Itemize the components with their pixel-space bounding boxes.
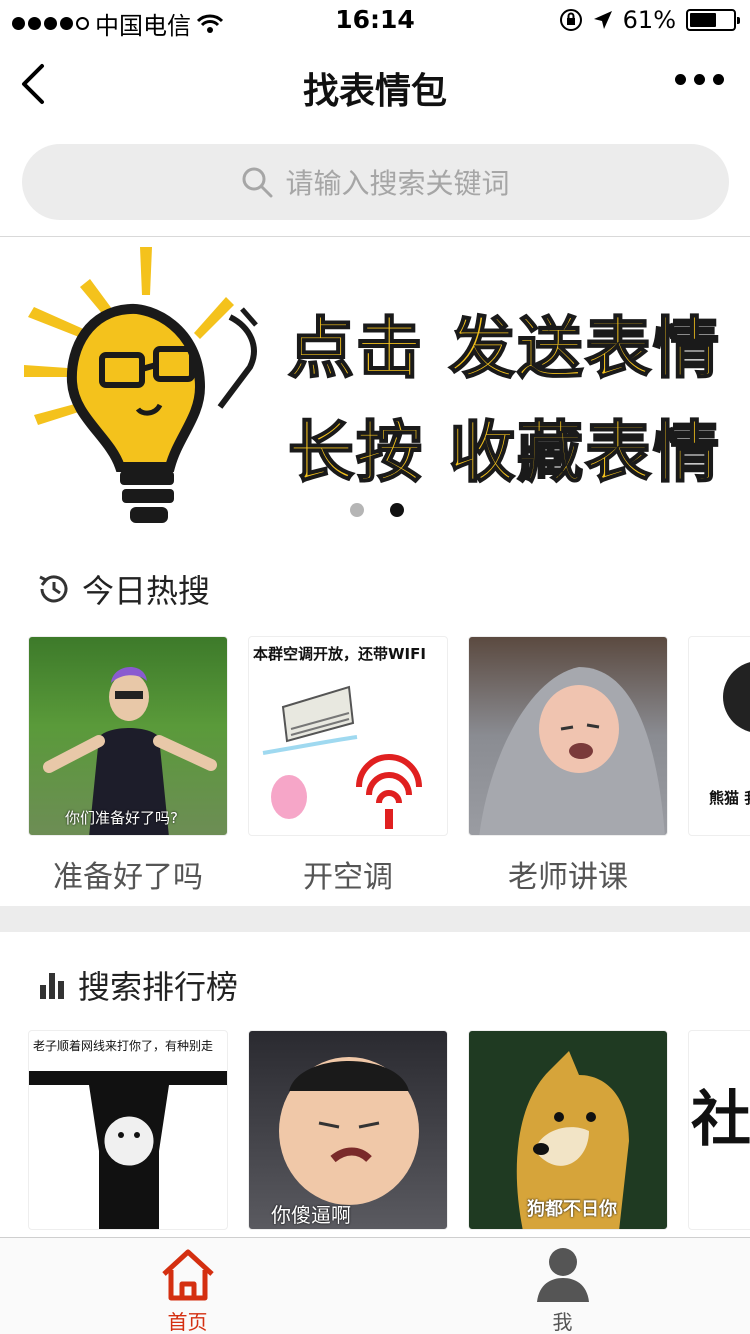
meme-card[interactable]: 熊猫 我是帅 — [688, 636, 750, 896]
meme-card[interactable]: 老子顺着网线来打你了，有种别走 — [28, 1030, 228, 1230]
banner-text-line2: 长按 收藏表情 — [287, 413, 721, 492]
meme-image: 社会 — [688, 1030, 750, 1230]
carousel-dot[interactable] — [350, 503, 364, 517]
meme-caption: 准备好了吗 — [53, 860, 203, 895]
lightbulb-mascot-icon — [24, 247, 258, 523]
section-divider — [0, 906, 750, 932]
status-bar: 中国电信 16:14 61% — [0, 0, 750, 40]
meme-image: 你傻逼啊 — [248, 1030, 448, 1230]
meme-card[interactable]: 社会 — [688, 1030, 750, 1230]
more-dot-icon — [675, 74, 686, 85]
user-avatar-icon — [536, 1248, 589, 1302]
status-right: 61% — [559, 6, 740, 34]
meme-image: 狗都不日你 — [468, 1030, 668, 1230]
search-placeholder: 请输入搜索关键词 — [285, 167, 510, 200]
rotation-lock-icon — [559, 9, 582, 31]
tab-label: 我 — [552, 1310, 573, 1334]
hot-today-list: 你们准备好了吗? 准备好了吗 本群空调开放，还带WIFI 开空调 老师讲课 熊猫 — [28, 636, 750, 896]
meme-image — [468, 636, 668, 836]
meme-image: 老子顺着网线来打你了，有种别走 — [28, 1030, 228, 1230]
meme-card[interactable]: 老师讲课 — [468, 636, 668, 896]
battery-percent: 61% — [622, 6, 676, 34]
meme-caption: 开空调 — [303, 860, 393, 895]
panda-hanging-illustration — [29, 1071, 227, 1229]
bar-chart-icon — [40, 973, 64, 999]
ranking-list: 老子顺着网线来打你了，有种别走 你傻逼啊 狗都不日你 社 — [28, 1030, 750, 1230]
search-input[interactable]: 请输入搜索关键词 — [22, 144, 729, 220]
battery-fill — [690, 13, 716, 27]
section-title: 搜索排行榜 — [78, 968, 239, 1006]
tab-bar: 首页 我 — [0, 1237, 750, 1334]
home-icon — [161, 1249, 214, 1301]
hot-today-header: 今日热搜 — [36, 566, 210, 612]
tab-home[interactable]: 首页 — [0, 1238, 375, 1334]
meme-overlay-text: 熊猫 我是帅 — [709, 789, 750, 807]
more-dot-icon — [694, 74, 705, 85]
search-icon — [242, 167, 273, 198]
carousel-dot-active[interactable] — [390, 503, 404, 517]
meme-overlay-text: 社会 — [691, 1085, 750, 1155]
baby-illustration — [479, 667, 665, 835]
meme-card[interactable]: 本群空调开放，还带WIFI 开空调 — [248, 636, 448, 896]
section-title: 今日热搜 — [82, 572, 211, 610]
more-dot-icon — [713, 74, 724, 85]
ranking-header: 搜索排行榜 — [36, 962, 238, 1008]
air-conditioner-illustration — [262, 685, 422, 829]
location-arrow-icon — [593, 11, 612, 29]
history-clock-icon — [39, 575, 68, 603]
tab-me[interactable]: 我 — [375, 1238, 750, 1334]
meme-overlay-text: 你傻逼啊 — [271, 1203, 351, 1227]
meme-card[interactable]: 你们准备好了吗? 准备好了吗 — [28, 636, 228, 896]
page-title: 找表情包 — [302, 71, 447, 112]
meme-card[interactable]: 你傻逼啊 — [248, 1030, 448, 1230]
meme-image: 本群空调开放，还带WIFI — [248, 636, 448, 836]
more-button[interactable] — [675, 74, 724, 85]
meme-caption: 老师讲课 — [508, 860, 628, 895]
battery-icon — [686, 9, 740, 31]
nav-bar: 找表情包 — [0, 40, 750, 128]
banner-carousel[interactable]: 点击 发送表情 长按 收藏表情 — [0, 237, 750, 537]
carousel-indicator — [350, 503, 404, 517]
meme-image: 你们准备好了吗? — [28, 636, 228, 836]
meme-card[interactable]: 狗都不日你 — [468, 1030, 668, 1230]
banner-text-line1: 点击 发送表情 — [287, 309, 721, 388]
meme-overlay-text: 狗都不日你 — [527, 1199, 617, 1220]
tab-label: 首页 — [167, 1310, 208, 1334]
meme-overlay-text: 你们准备好了吗? — [65, 809, 178, 827]
meme-image: 熊猫 我是帅 — [688, 636, 750, 836]
